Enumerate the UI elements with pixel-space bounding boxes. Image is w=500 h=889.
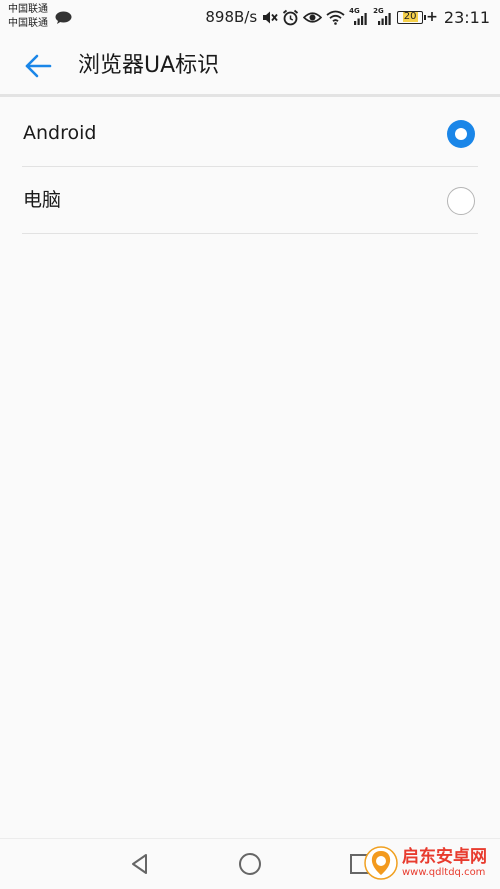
carrier-info: 中国联通 中国联通 xyxy=(8,3,48,31)
circle-home-icon xyxy=(239,853,261,875)
signal-1-icon: 4G xyxy=(349,7,369,26)
battery-icon: 20 xyxy=(397,10,427,24)
chat-bubble-icon xyxy=(55,9,72,24)
signal-2-icon: 2G xyxy=(373,7,393,26)
carrier-2: 中国联通 xyxy=(8,18,48,29)
status-bar: 中国联通 中国联通 898B/s 4G 2G 20 + 23:11 xyxy=(0,0,500,36)
arrow-left-icon xyxy=(25,54,52,78)
nav-back-button[interactable] xyxy=(127,851,153,877)
mute-icon xyxy=(261,9,278,26)
eye-icon xyxy=(303,10,323,25)
page-title: 浏览器UA标识 xyxy=(78,53,220,78)
battery-tip xyxy=(424,14,427,20)
battery-level: 20 xyxy=(402,11,418,22)
watermark-text: 启东安卓网 www.qdltdq.com xyxy=(402,847,487,879)
option-label: 电脑 xyxy=(23,189,62,211)
option-android[interactable]: Android xyxy=(22,100,478,167)
watermark-url: www.qdltdq.com xyxy=(402,867,486,878)
wifi-icon xyxy=(326,10,345,25)
charging-indicator: + xyxy=(426,9,438,25)
radio-checked[interactable] xyxy=(447,120,475,148)
watermark: 启东安卓网 www.qdltdq.com xyxy=(364,839,496,887)
carrier-1: 中国联通 xyxy=(8,4,48,15)
nav-home-button[interactable] xyxy=(237,851,263,877)
option-label: Android xyxy=(23,122,97,144)
watermark-name: 启东安卓网 xyxy=(402,847,487,867)
status-clock: 23:11 xyxy=(443,7,490,27)
option-desktop[interactable]: 电脑 xyxy=(22,167,478,234)
status-icons: 898B/s 4G 2G 20 + 23:11 xyxy=(205,6,490,28)
alarm-icon xyxy=(282,9,299,26)
radio-unchecked[interactable] xyxy=(447,187,475,215)
triangle-back-icon xyxy=(132,854,147,874)
ua-option-list: Android 电脑 xyxy=(22,100,478,234)
net-speed: 898B/s xyxy=(205,8,258,26)
back-button[interactable] xyxy=(18,48,58,84)
watermark-logo-icon xyxy=(364,846,398,880)
app-toolbar: 浏览器UA标识 xyxy=(0,36,500,97)
